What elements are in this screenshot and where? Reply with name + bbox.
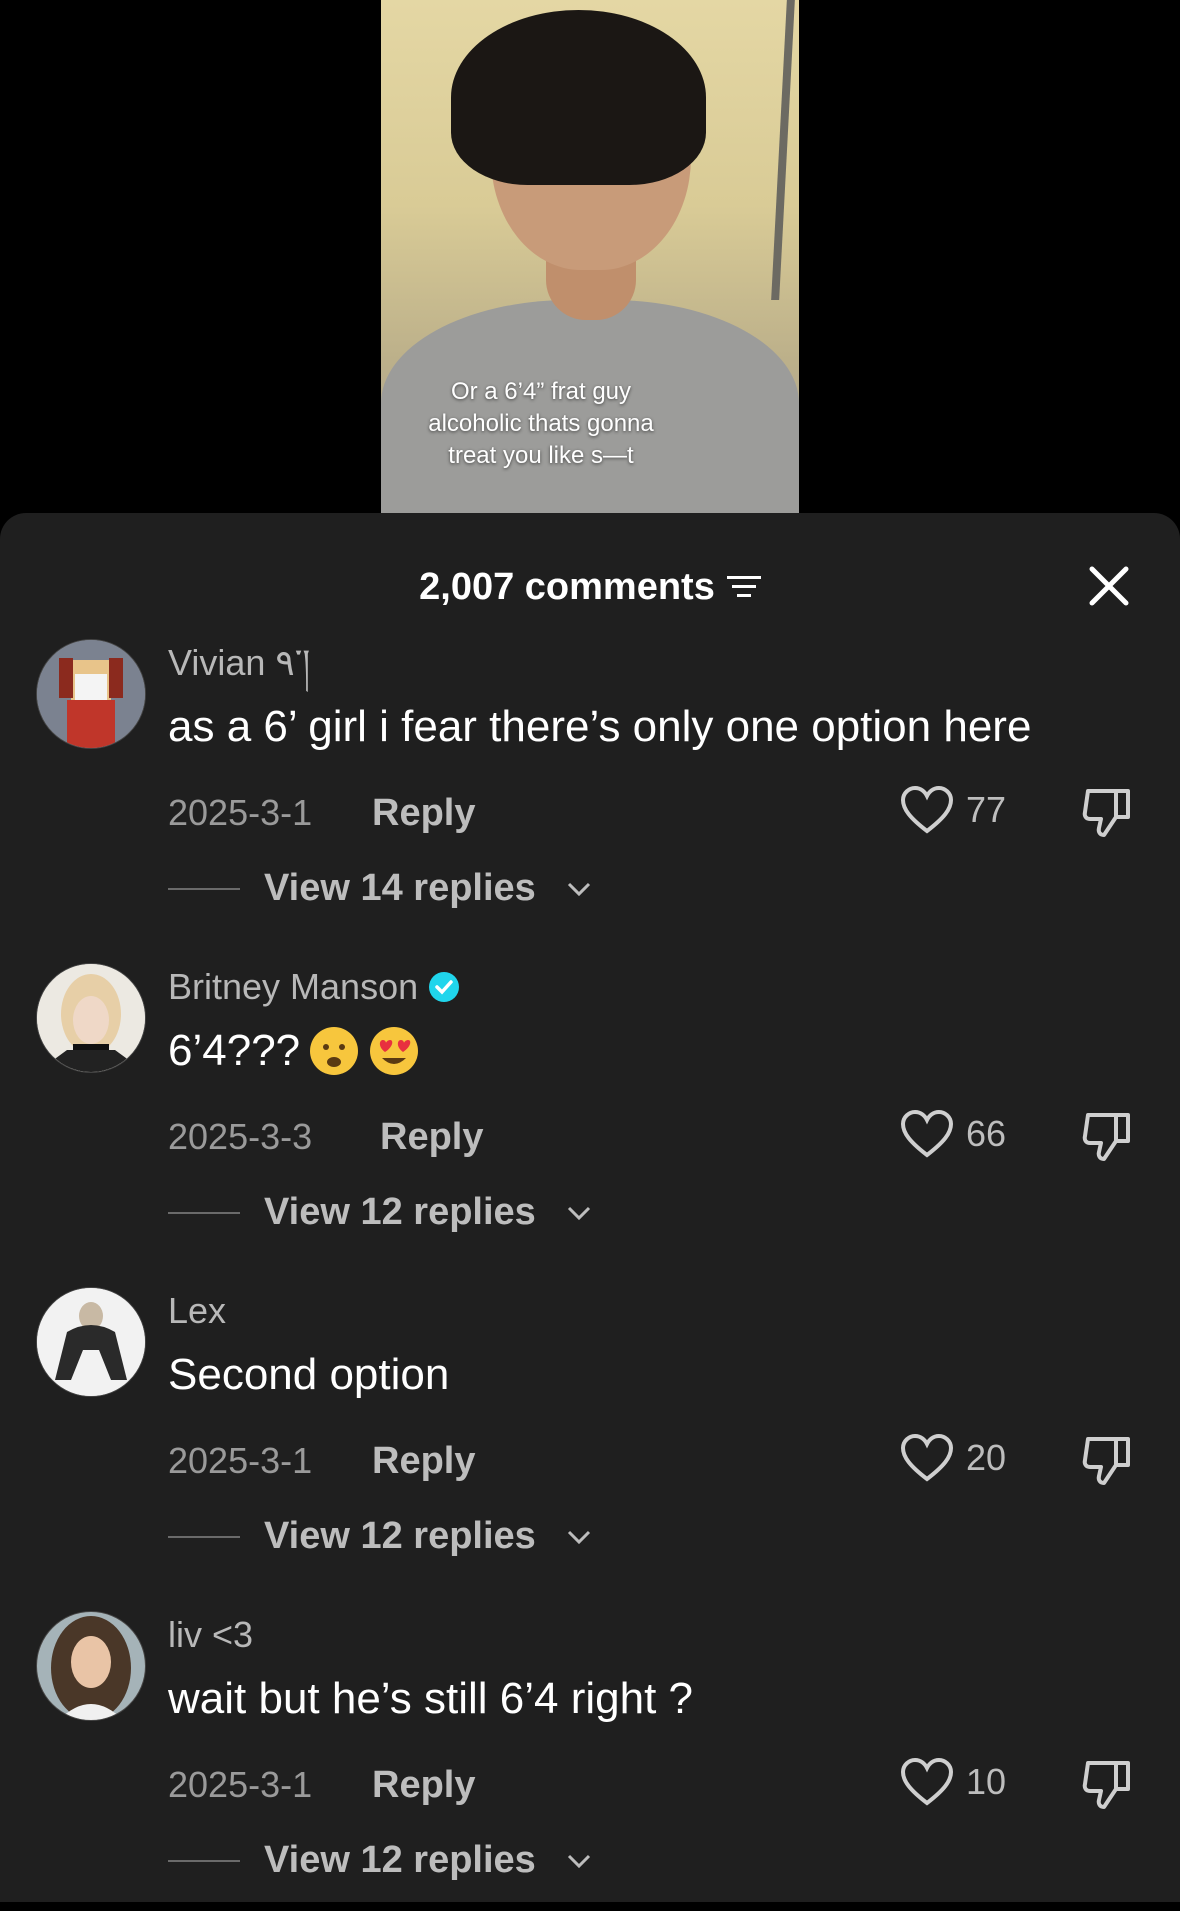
video-caption-line: treat you like s—t — [448, 442, 634, 469]
close-icon[interactable] — [1086, 563, 1132, 609]
video-caption-line: Or a 6’4” frat guy — [450, 378, 632, 405]
comments-header: 2,007 comments — [0, 551, 1180, 623]
heart-icon — [900, 785, 954, 834]
view-replies-label: View 12 replies — [264, 1515, 536, 1557]
username-text: Lex — [168, 1290, 227, 1331]
dislike-icon[interactable] — [1080, 1109, 1136, 1165]
comment-item: Vivian ٩་། as a 6’ girl i fear there’s o… — [0, 639, 1180, 939]
replies-divider — [168, 1211, 240, 1214]
comment-username[interactable]: Vivian ٩་། — [168, 641, 310, 685]
video-preview[interactable]: Or a 6’4” frat guy alcoholic thats gonna… — [381, 0, 799, 514]
reply-button[interactable]: Reply — [372, 791, 475, 835]
comment-text-content: 6’4??? — [168, 1026, 301, 1075]
avatar[interactable] — [36, 1611, 146, 1721]
chevron-down-icon — [567, 1206, 590, 1220]
comments-count-label: 2,007 comments — [419, 566, 715, 608]
dislike-icon[interactable] — [1080, 1433, 1136, 1489]
like-button[interactable]: 20 — [900, 1433, 1006, 1483]
dislike-icon[interactable] — [1080, 785, 1136, 841]
replies-divider — [168, 1859, 240, 1862]
username-text: Vivian ٩་། — [168, 642, 311, 683]
like-count: 66 — [966, 1113, 1007, 1154]
replies-divider — [168, 1535, 240, 1538]
reply-button[interactable]: Reply — [380, 1115, 483, 1159]
view-replies-button[interactable]: View 12 replies — [168, 1839, 592, 1882]
dislike-icon[interactable] — [1080, 1757, 1136, 1813]
verified-badge-icon — [429, 972, 460, 1002]
heart-icon — [900, 1433, 954, 1482]
frowning-face-emoji — [310, 1027, 359, 1075]
comment-username[interactable]: Britney Manson — [168, 965, 460, 1009]
view-replies-button[interactable]: View 12 replies — [168, 1191, 592, 1234]
comment-item: liv <3 wait but he’s still 6’4 right ? 2… — [0, 1611, 1180, 1911]
replies-divider — [168, 887, 240, 890]
video-caption-line: alcoholic thats gonna — [428, 410, 654, 437]
like-count: 20 — [966, 1437, 1007, 1478]
view-replies-button[interactable]: View 14 replies — [168, 867, 592, 910]
username-text: Britney Manson — [168, 966, 419, 1007]
like-count: 77 — [966, 789, 1007, 830]
like-button[interactable]: 77 — [900, 785, 1006, 835]
comment-date: 2025-3-1 — [168, 792, 313, 833]
comment-date: 2025-3-1 — [168, 1440, 313, 1481]
avatar-image-icon — [37, 640, 145, 748]
like-button[interactable]: 66 — [900, 1109, 1006, 1159]
chevron-down-icon — [567, 1854, 590, 1868]
view-replies-button[interactable]: View 12 replies — [168, 1515, 592, 1558]
comment-item: Lex Second option 2025-3-1 Reply 20 View… — [0, 1287, 1180, 1587]
video-background-detail — [771, 0, 795, 300]
avatar[interactable] — [36, 1287, 146, 1397]
chevron-down-icon — [567, 882, 590, 896]
comment-text: Second option — [168, 1350, 450, 1399]
reply-button[interactable]: Reply — [372, 1763, 475, 1807]
comment-text: wait but he’s still 6’4 right ? — [168, 1674, 694, 1723]
comments-sort-toggle[interactable]: 2,007 comments — [419, 551, 761, 623]
avatar-image-icon — [37, 1612, 145, 1720]
comment-username[interactable]: Lex — [168, 1289, 226, 1333]
heart-icon — [900, 1757, 954, 1806]
chevron-down-icon — [567, 1530, 590, 1544]
comment-item: Britney Manson 6’4??? 2025-3-3 Reply 66 … — [0, 963, 1180, 1263]
view-replies-label: View 12 replies — [264, 1839, 536, 1881]
comment-date: 2025-3-1 — [168, 1764, 313, 1805]
video-caption: Or a 6’4” frat guy alcoholic thats gonna… — [391, 376, 691, 472]
username-text: liv <3 — [168, 1614, 254, 1655]
like-button[interactable]: 10 — [900, 1757, 1006, 1807]
video-person-hair — [451, 10, 706, 185]
like-count: 10 — [966, 1761, 1007, 1802]
heart-icon — [900, 1109, 954, 1158]
avatar[interactable] — [36, 639, 146, 749]
heart-eyes-emoji — [370, 1027, 419, 1075]
avatar-image-icon — [37, 964, 145, 1072]
comment-text: as a 6’ girl i fear there’s only one opt… — [168, 702, 1032, 751]
comment-username[interactable]: liv <3 — [168, 1613, 253, 1657]
comment-date: 2025-3-3 — [168, 1116, 313, 1157]
view-replies-label: View 14 replies — [264, 867, 536, 909]
comment-text: 6’4??? — [168, 1023, 420, 1079]
avatar-image-icon — [37, 1288, 145, 1396]
view-replies-label: View 12 replies — [264, 1191, 536, 1233]
comments-sheet: 2,007 comments Vivian ٩་། as a 6’ girl i… — [0, 513, 1180, 1902]
filter-icon — [726, 576, 761, 597]
avatar[interactable] — [36, 963, 146, 1073]
reply-button[interactable]: Reply — [372, 1439, 475, 1483]
